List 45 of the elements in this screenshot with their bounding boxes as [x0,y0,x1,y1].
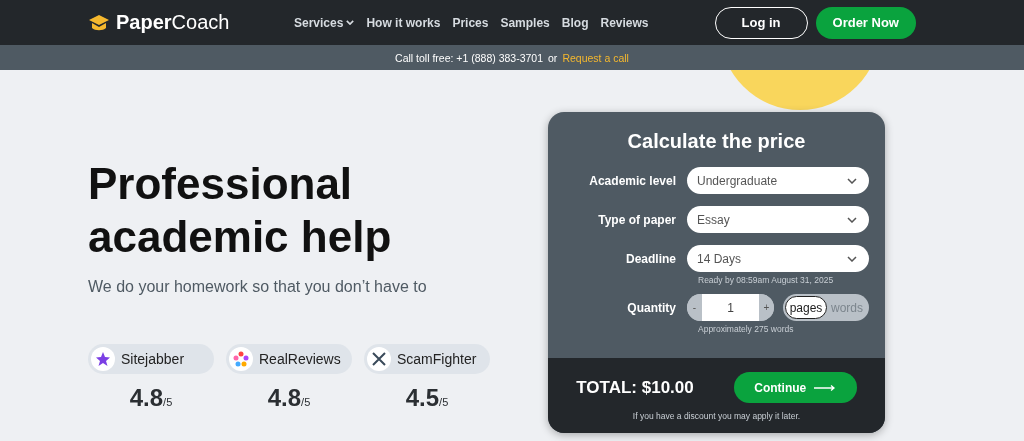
rating-score: 4.5 [405,383,440,412]
chevron-down-icon [847,177,857,184]
hero-title: Professional academic help [88,158,393,263]
rating-scale: /5 [163,395,173,408]
dropdown-field[interactable]: 14 Days [687,245,869,272]
chevron-down-icon [346,20,355,25]
rating-score: 4.8 [129,383,164,412]
review-site-badge[interactable]: RealReviews [226,343,352,374]
or-text: or [548,51,558,64]
total-price: TOTAL: $10.00 [576,377,694,398]
nav-link[interactable]: How it works [366,15,441,30]
request-call-link[interactable]: Request a call [562,51,629,64]
quantity-field[interactable]: 1 [702,294,759,321]
flower-icon [233,350,249,367]
star-icon [95,350,111,367]
nav-link[interactable]: Blog [561,15,589,30]
chevron-down-icon [847,216,857,223]
increment-button[interactable]: + [759,294,774,321]
field-label: Type of paper [597,212,676,227]
phone-text: Call toll free: +1 (888) 383-3701 [395,51,544,64]
nav-link[interactable]: Reviews [600,15,649,30]
arrow-right-icon [814,384,837,391]
ready-by-note: Ready by 08:59am August 31, 2025 [697,275,835,285]
nav-link[interactable]: Services [294,15,355,30]
nav-link[interactable]: Prices [452,15,489,30]
decrement-button[interactable]: - [687,294,702,321]
dropdown-field[interactable]: Essay [687,206,869,233]
unit-option[interactable]: pages [785,296,827,319]
graduation-cap-icon [88,13,110,32]
rating-scale: /5 [439,395,449,408]
dropdown-field[interactable]: Undergraduate [687,167,869,194]
logo-text[interactable]: PaperCoach [116,11,230,34]
review-site-badge[interactable]: ScamFighter [364,343,490,374]
field-label: Deadline [625,251,676,266]
chevron-down-icon [847,255,857,262]
word-count-note: Approximately 275 words [697,324,795,334]
field-label: Quantity [626,300,676,315]
rating-score: 4.8 [267,383,302,412]
field-label: Academic level [588,173,676,188]
discount-note: If you have a discount you may apply it later. [632,411,801,421]
review-site-badge[interactable]: Sitejabber [88,343,214,374]
hero-subtitle: We do your homework so that you don’t have to [88,277,428,296]
rating-scale: /5 [301,395,311,408]
calculator-title: Calculate the price [627,130,806,153]
nav-link[interactable]: Samples [500,15,550,30]
